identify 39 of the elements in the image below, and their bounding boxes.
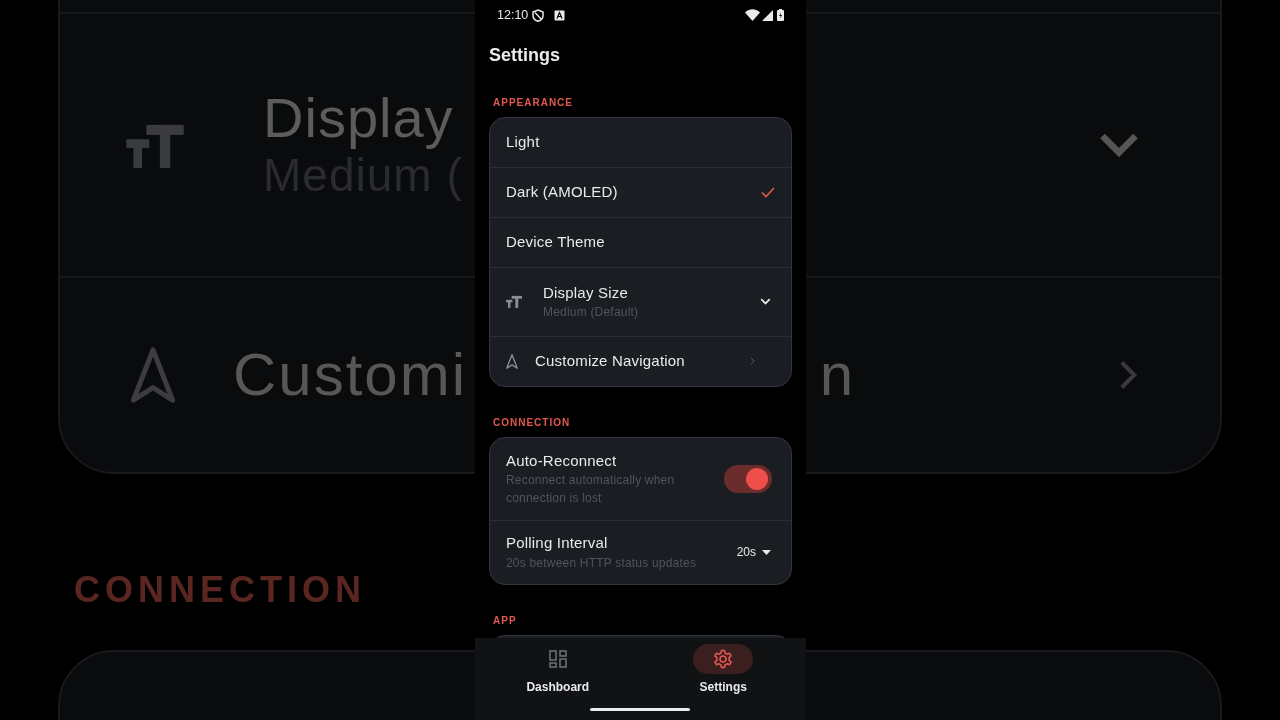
section-label: APPEARANCE — [493, 96, 574, 109]
battery-icon — [777, 9, 784, 21]
chevron-down-icon — [760, 298, 771, 306]
settings-icon — [713, 649, 734, 669]
navigation-link[interactable]: Customize Navigation — [490, 336, 791, 386]
dashboard-grid-icon — [548, 650, 567, 668]
theme-option[interactable]: Light — [490, 117, 791, 168]
setting-label: Auto-Reconnect — [506, 450, 618, 471]
chevron-right-icon — [750, 357, 755, 366]
status-time: 12:10 — [497, 6, 529, 24]
navigation-arrow-icon — [130, 347, 176, 403]
app-notification-icon — [554, 9, 566, 21]
dropdown-caret-icon — [762, 549, 771, 555]
shield-icon — [532, 8, 545, 22]
setting-title: Display — [263, 86, 455, 149]
nav-tab[interactable]: Settings — [640, 638, 806, 720]
text-size-icon — [126, 122, 184, 168]
page-title: Settings — [489, 45, 561, 67]
wifi-icon — [745, 9, 760, 21]
setting-title-end: n — [819, 340, 855, 410]
theme-option[interactable]: Dark (AMOLED) — [490, 167, 791, 218]
setting-description: 20s between HTTP status updates — [506, 554, 697, 572]
navigation-arrow-icon — [506, 353, 518, 369]
nav-tab[interactable]: Dashboard — [475, 638, 641, 720]
theme-option[interactable]: Device Theme — [490, 217, 791, 268]
chevron-right-icon — [1118, 359, 1138, 391]
display-size-dropdown[interactable]: Display Size Medium (Default) — [490, 267, 791, 337]
setting-value: Medium (Default) — [543, 304, 639, 322]
toggle-switch[interactable] — [724, 464, 772, 493]
section-label: CONNECTION — [493, 416, 572, 429]
text-size-icon — [506, 295, 522, 309]
signal-icon — [762, 9, 773, 21]
interval-select[interactable]: 20s — [736, 543, 771, 562]
setting-label: Display Size — [543, 282, 629, 303]
section-label: CONNECTION — [74, 572, 367, 608]
chevron-down-icon — [1098, 131, 1140, 159]
section-label: APP — [493, 614, 518, 627]
setting-title: Customi — [233, 340, 468, 410]
setting-label: Polling Interval — [506, 533, 609, 554]
